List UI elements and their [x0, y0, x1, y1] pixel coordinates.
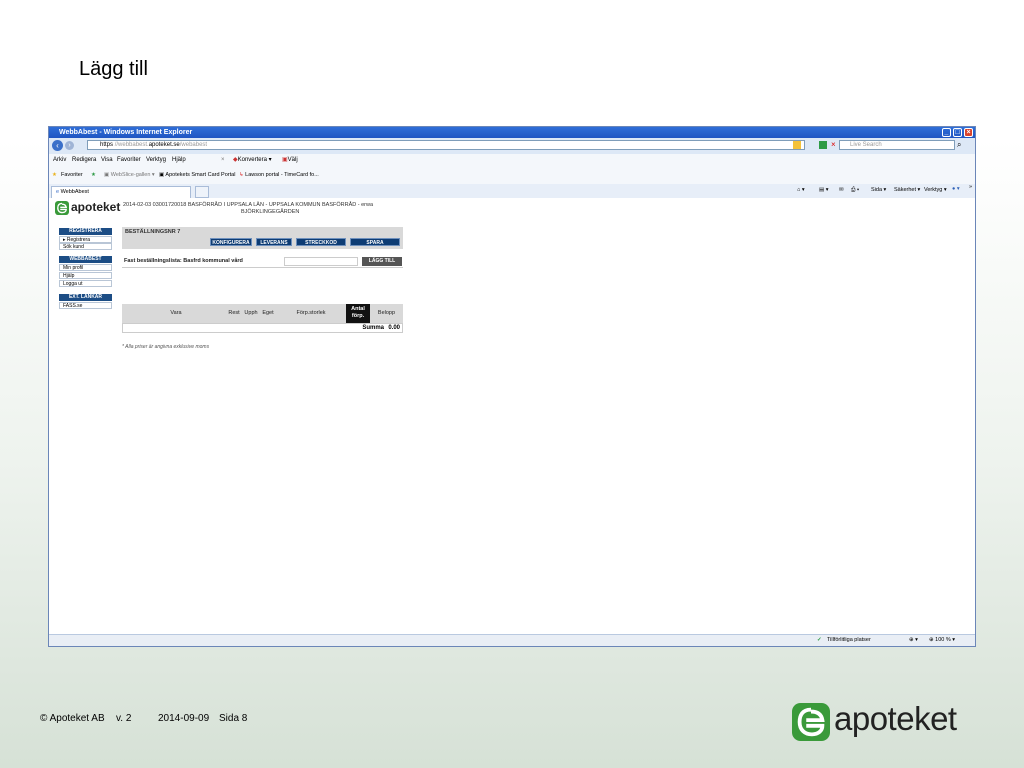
status-zone: Tillförlitliga platser — [827, 637, 871, 643]
nav-registrera[interactable]: ▸ Registrera — [59, 236, 112, 243]
col-forp-storlek: Förp.storlek — [296, 310, 326, 316]
col-antal-forp: Antal förp. — [346, 304, 370, 323]
chevron-more-icon[interactable]: » — [969, 184, 972, 190]
add-favorite-icon[interactable]: ★ — [91, 167, 96, 184]
nav-head-webbabest: WEBBABEST — [59, 256, 112, 263]
price-note: * Alla priser är angivna exklusive moms — [122, 344, 210, 350]
slide-logo-text: apoteket — [834, 700, 957, 737]
order-number: BESTÄLLNINGSNR 7 — [125, 229, 181, 235]
col-upph: Upph — [244, 310, 258, 316]
customer-header: 2014-02-03 03001720018 BASFÖRRÅD I UPPSA… — [123, 202, 374, 215]
refresh-icon[interactable] — [819, 141, 827, 149]
protected-mode-icon[interactable]: ⊕ ▾ — [909, 635, 918, 646]
apoteket-logo-icon — [792, 703, 830, 741]
table-sum-row: Summa 0.00 — [122, 323, 403, 333]
fav-lawson[interactable]: ↳ Lawson portal - TimeCard fo... — [239, 167, 319, 184]
close-toolbar-icon[interactable]: × — [221, 154, 225, 167]
back-icon[interactable]: ‹ — [52, 140, 63, 151]
menu-arkiv[interactable]: Arkiv — [53, 154, 66, 167]
col-vara: Vara — [170, 310, 182, 316]
footer-copyright: © Apoteket AB — [40, 713, 105, 724]
menu-redigera[interactable]: Redigera — [72, 154, 96, 167]
search-icon[interactable]: ⌕ — [957, 140, 971, 150]
sum-label: Summa — [362, 325, 384, 331]
nav-hjalp[interactable]: Hjälp — [59, 272, 112, 279]
window-titlebar: WebbAbest - Windows Internet Explorer _ … — [49, 127, 975, 138]
nav-head-ext: EXT. LÄNKAR — [59, 294, 112, 301]
list-select[interactable] — [284, 257, 358, 266]
konvertera-button[interactable]: ◆Konvertera ▾ — [233, 154, 272, 167]
page-content: apoteket 2014-02-03 03001720018 BASFÖRRÅ… — [49, 198, 975, 637]
forward-icon[interactable]: › — [65, 141, 74, 150]
status-bar: ✓ Tillförlitliga platser ⊕ ▾ ⊕ 100 % ▾ — [49, 634, 975, 646]
streckkod-button[interactable]: STRECKKOD — [296, 238, 346, 246]
feeds-icon[interactable]: ▤ ▾ — [819, 187, 829, 193]
ie-page-icon: e — [56, 189, 60, 195]
favorites-bar: ★ Favoriter ★ ▣ WebSlice-gallen ▾ ▣ Apot… — [49, 167, 975, 185]
app-logo-text: apoteket — [71, 200, 121, 214]
home-icon[interactable]: ⌂ ▾ — [797, 187, 805, 193]
fav-smartcard[interactable]: ▣ Apotekets Smart Card Portal — [159, 167, 235, 184]
order-panel: BESTÄLLNINGSNR 7 KONFIGURERA LEVERANS ST… — [122, 227, 403, 249]
search-input[interactable]: Live Search — [839, 140, 955, 150]
tab-bar: e WebbAbest ⌂ ▾ ▤ ▾ ✉ ⎙ ▾ Sida ▾ Säkerhe… — [49, 184, 975, 199]
tool-verktyg[interactable]: Verktyg ▾ — [924, 187, 947, 193]
nav-head-registrera: REGISTRERA — [59, 228, 112, 235]
app-logo: apoteket — [55, 200, 125, 216]
spara-button[interactable]: SPARA — [350, 238, 400, 246]
print-icon[interactable]: ⎙ ▾ — [851, 187, 859, 194]
url-field[interactable]: https //webbabest.apoteket.se/webabest — [87, 140, 805, 150]
list-label: Fast beställningslista: Basfrd kommunal … — [124, 258, 243, 264]
leverans-button[interactable]: LEVERANS — [256, 238, 292, 246]
col-rest: Rest — [228, 310, 240, 316]
lock-icon — [793, 141, 801, 149]
nav-sok-kund[interactable]: Sök kund — [59, 243, 112, 250]
fav-webslice[interactable]: ▣ WebSlice-gallen ▾ — [104, 167, 155, 184]
table-header: Vara Rest Upph Eget Förp.storlek Antal f… — [122, 304, 403, 323]
valj-button[interactable]: ▣Välj — [282, 154, 298, 167]
help-icon[interactable]: ● ▾ — [952, 186, 960, 192]
favorites-button[interactable]: Favoriter — [61, 167, 83, 184]
footer-page: Sida 8 — [219, 713, 248, 724]
nav-min-profil[interactable]: Min profil — [59, 264, 112, 271]
new-tab-button[interactable] — [195, 186, 209, 198]
list-row: Fast beställningslista: Basfrd kommunal … — [122, 257, 403, 268]
menu-hjalp[interactable]: Hjälp — [172, 154, 186, 167]
slide-title: Lägg till — [79, 58, 148, 80]
col-belopp: Belopp — [377, 310, 396, 316]
menu-verktyg[interactable]: Verktyg — [146, 154, 166, 167]
browser-window: WebbAbest - Windows Internet Explorer _ … — [48, 126, 976, 647]
menu-visa[interactable]: Visa — [101, 154, 113, 167]
lagg-till-button[interactable]: LÄGG TILL — [362, 257, 402, 266]
minimize-icon[interactable]: _ — [942, 128, 951, 137]
nav-fass[interactable]: FASS.se — [59, 302, 112, 309]
window-title: WebbAbest - Windows Internet Explorer — [59, 129, 193, 136]
tool-sida[interactable]: Sida ▾ — [871, 187, 886, 193]
footer-version: v. 2 — [116, 713, 132, 724]
konfigurera-button[interactable]: KONFIGURERA — [210, 238, 252, 246]
maximize-icon[interactable]: □ — [953, 128, 962, 137]
sum-value: 0.00 — [388, 325, 400, 331]
address-bar-row: ‹ › https //webbabest.apoteket.se/webabe… — [49, 138, 975, 155]
favorites-star-icon: ★ — [52, 172, 57, 178]
menu-bar: Arkiv Redigera Visa Favoriter Verktyg Hj… — [49, 154, 975, 168]
close-icon[interactable]: × — [964, 128, 973, 137]
tool-sakerhet[interactable]: Säkerhet ▾ — [894, 187, 920, 193]
menu-favoriter[interactable]: Favoriter — [117, 154, 141, 167]
mail-icon[interactable]: ✉ — [839, 187, 844, 193]
col-eget: Eget — [262, 310, 274, 316]
trusted-check-icon: ✓ — [817, 637, 822, 643]
stop-icon[interactable]: × — [831, 141, 839, 149]
footer-date: 2014-09-09 — [158, 713, 210, 724]
tab-webbabest[interactable]: e WebbAbest — [51, 186, 191, 198]
slide-logo: apoteket — [792, 700, 992, 742]
nav-logga-ut[interactable]: Logga ut — [59, 280, 112, 287]
zoom-control[interactable]: ⊕ 100 % ▾ — [929, 635, 955, 646]
url-scheme: https — [100, 142, 114, 148]
